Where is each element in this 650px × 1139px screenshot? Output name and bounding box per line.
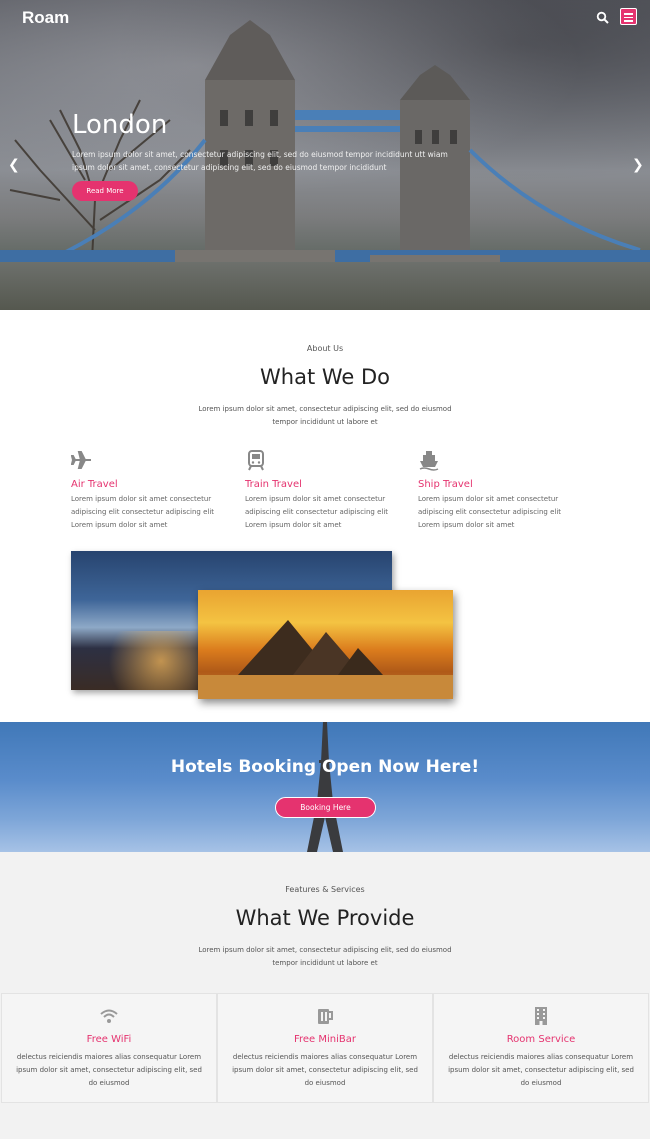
feature-text: delectus reiciendis maiores alias conseq… — [448, 1053, 634, 1087]
hero-slider: Roam London Lorem ipsum dolor sit amet, … — [0, 0, 650, 310]
booking-here-button[interactable]: Booking Here — [275, 797, 376, 818]
feature-room-service: Room Service delectus reiciendis maiores… — [433, 993, 649, 1103]
wifi-icon — [100, 1009, 118, 1023]
feature-free-wifi: Free WiFi delectus reiciendis maiores al… — [1, 993, 217, 1103]
features-title: What We Provide — [235, 906, 415, 930]
about-desc: Lorem ipsum dolor sit amet, consectetur … — [198, 405, 452, 426]
hero-title: London — [72, 110, 168, 140]
service-train-travel: Train Travel Lorem ipsum dolor sit amet … — [245, 449, 405, 532]
pyramids-silhouette — [198, 620, 453, 699]
features-label: Features & Services — [285, 885, 365, 894]
service-ship-travel: Ship Travel Lorem ipsum dolor sit amet c… — [418, 449, 578, 532]
feature-text: delectus reiciendis maiores alias conseq… — [232, 1053, 418, 1087]
hotel-booking-banner: Hotels Booking Open Now Here! Booking He… — [0, 722, 650, 852]
airplane-icon — [70, 451, 91, 469]
menu-button[interactable] — [620, 8, 637, 25]
brand-logo[interactable]: Roam — [22, 8, 69, 28]
about-label: About Us — [306, 344, 344, 353]
menu-icon-bar — [624, 16, 633, 18]
search-icon[interactable] — [596, 11, 610, 25]
river — [0, 262, 650, 310]
features-desc: Lorem ipsum dolor sit amet, consectetur … — [198, 946, 452, 967]
pyramids-photo — [198, 590, 453, 699]
banner-title: Hotels Booking Open Now Here! — [170, 757, 480, 777]
building-icon — [535, 1007, 547, 1025]
feature-free-minibar: Free MiniBar delectus reiciendis maiores… — [217, 993, 433, 1103]
train-icon — [248, 450, 264, 471]
service-text: Lorem ipsum dolor sit amet consectetur a… — [245, 495, 389, 529]
service-text: Lorem ipsum dolor sit amet consectetur a… — [71, 495, 215, 529]
read-more-button[interactable]: Read More — [72, 181, 138, 201]
chevron-left-icon[interactable]: ❮ — [8, 157, 20, 173]
service-text: Lorem ipsum dolor sit amet consectetur a… — [418, 495, 562, 529]
feature-title: Room Service — [506, 1034, 576, 1045]
feature-title: Free WiFi — [86, 1034, 132, 1045]
hero-text: Lorem ipsum dolor sit amet, consectetur … — [72, 150, 448, 172]
eiffel-tower-image — [307, 722, 343, 852]
feature-title: Free MiniBar — [293, 1034, 357, 1045]
service-air-travel: Air Travel Lorem ipsum dolor sit amet co… — [70, 449, 231, 532]
service-title: Air Travel — [71, 479, 118, 490]
feature-text: delectus reiciendis maiores alias conseq… — [16, 1053, 202, 1087]
chevron-right-icon[interactable]: ❯ — [632, 157, 644, 173]
menu-icon-bar — [624, 13, 633, 15]
ship-icon — [419, 451, 439, 471]
service-title: Train Travel — [245, 479, 302, 490]
menu-icon-bar — [624, 20, 633, 22]
about-title: What We Do — [260, 365, 390, 389]
minibar-icon — [318, 1009, 333, 1024]
service-title: Ship Travel — [418, 479, 473, 490]
